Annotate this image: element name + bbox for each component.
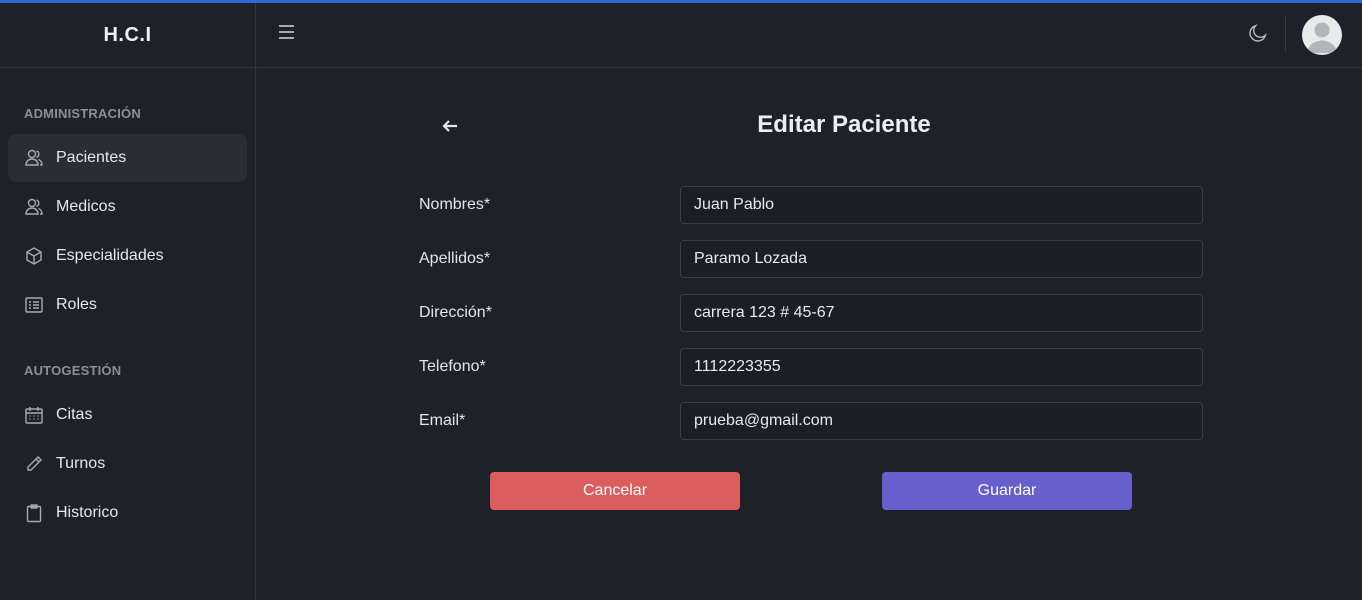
nav-autogestion: Citas Turnos Historico xyxy=(0,391,255,537)
pencil-icon xyxy=(24,454,44,474)
form-row-email: Email* xyxy=(419,402,1203,440)
sidebar-item-historico[interactable]: Historico xyxy=(8,489,247,537)
cancel-button[interactable]: Cancelar xyxy=(490,472,740,510)
sidebar-item-label: Pacientes xyxy=(56,149,127,166)
form-row-apellidos: Apellidos* xyxy=(419,240,1203,278)
sidebar: H.C.I ADMINISTRACIÓN Pacientes Medicos E… xyxy=(0,3,256,600)
top-bar xyxy=(257,3,1362,68)
sidebar-item-label: Turnos xyxy=(56,455,106,472)
arrow-left-icon[interactable] xyxy=(441,117,463,137)
sidebar-item-label: Citas xyxy=(56,406,93,423)
clipboard-icon xyxy=(24,503,44,523)
field-label: Nombres* xyxy=(419,196,491,213)
hamburger-icon[interactable] xyxy=(279,25,297,43)
nombres-input[interactable] xyxy=(680,186,1203,224)
field-label: Email* xyxy=(419,412,466,429)
sidebar-item-label: Especialidades xyxy=(56,247,164,264)
sidebar-item-medicos[interactable]: Medicos xyxy=(8,183,247,231)
nav-administracion: Pacientes Medicos Especialidades Roles xyxy=(0,134,255,329)
section-title-autogestion: AUTOGESTIÓN xyxy=(24,363,122,378)
sidebar-item-turnos[interactable]: Turnos xyxy=(8,440,247,488)
save-button[interactable]: Guardar xyxy=(882,472,1132,510)
telefono-input[interactable] xyxy=(680,348,1203,386)
brand-logo[interactable]: H.C.I xyxy=(0,3,255,68)
moon-icon[interactable] xyxy=(1247,22,1271,46)
page-title: Editar Paciente xyxy=(757,111,931,138)
sidebar-item-especialidades[interactable]: Especialidades xyxy=(8,232,247,280)
cube-icon xyxy=(24,246,44,266)
apellidos-input[interactable] xyxy=(680,240,1203,278)
form-row-direccion: Dirección* xyxy=(419,294,1203,332)
field-label: Apellidos* xyxy=(419,250,491,267)
sidebar-item-roles[interactable]: Roles xyxy=(8,281,247,329)
form-row-nombres: Nombres* xyxy=(419,186,1203,224)
calendar-icon xyxy=(24,405,44,425)
users-icon xyxy=(24,148,44,168)
sidebar-item-label: Historico xyxy=(56,504,119,521)
sidebar-item-label: Medicos xyxy=(56,198,116,215)
user-avatar-icon[interactable] xyxy=(1302,15,1342,55)
users-icon xyxy=(24,197,44,217)
divider xyxy=(1285,17,1286,51)
direccion-input[interactable] xyxy=(680,294,1203,332)
sidebar-item-citas[interactable]: Citas xyxy=(8,391,247,439)
sidebar-item-label: Roles xyxy=(56,296,97,313)
list-icon xyxy=(24,295,44,315)
field-label: Dirección* xyxy=(419,304,492,321)
email-input[interactable] xyxy=(680,402,1203,440)
section-title-administracion: ADMINISTRACIÓN xyxy=(24,106,141,121)
field-label: Telefono* xyxy=(419,358,486,375)
sidebar-item-pacientes[interactable]: Pacientes xyxy=(8,134,247,182)
form-row-telefono: Telefono* xyxy=(419,348,1203,386)
main-content: Editar Paciente Nombres* Apellidos* Dire… xyxy=(257,69,1362,600)
